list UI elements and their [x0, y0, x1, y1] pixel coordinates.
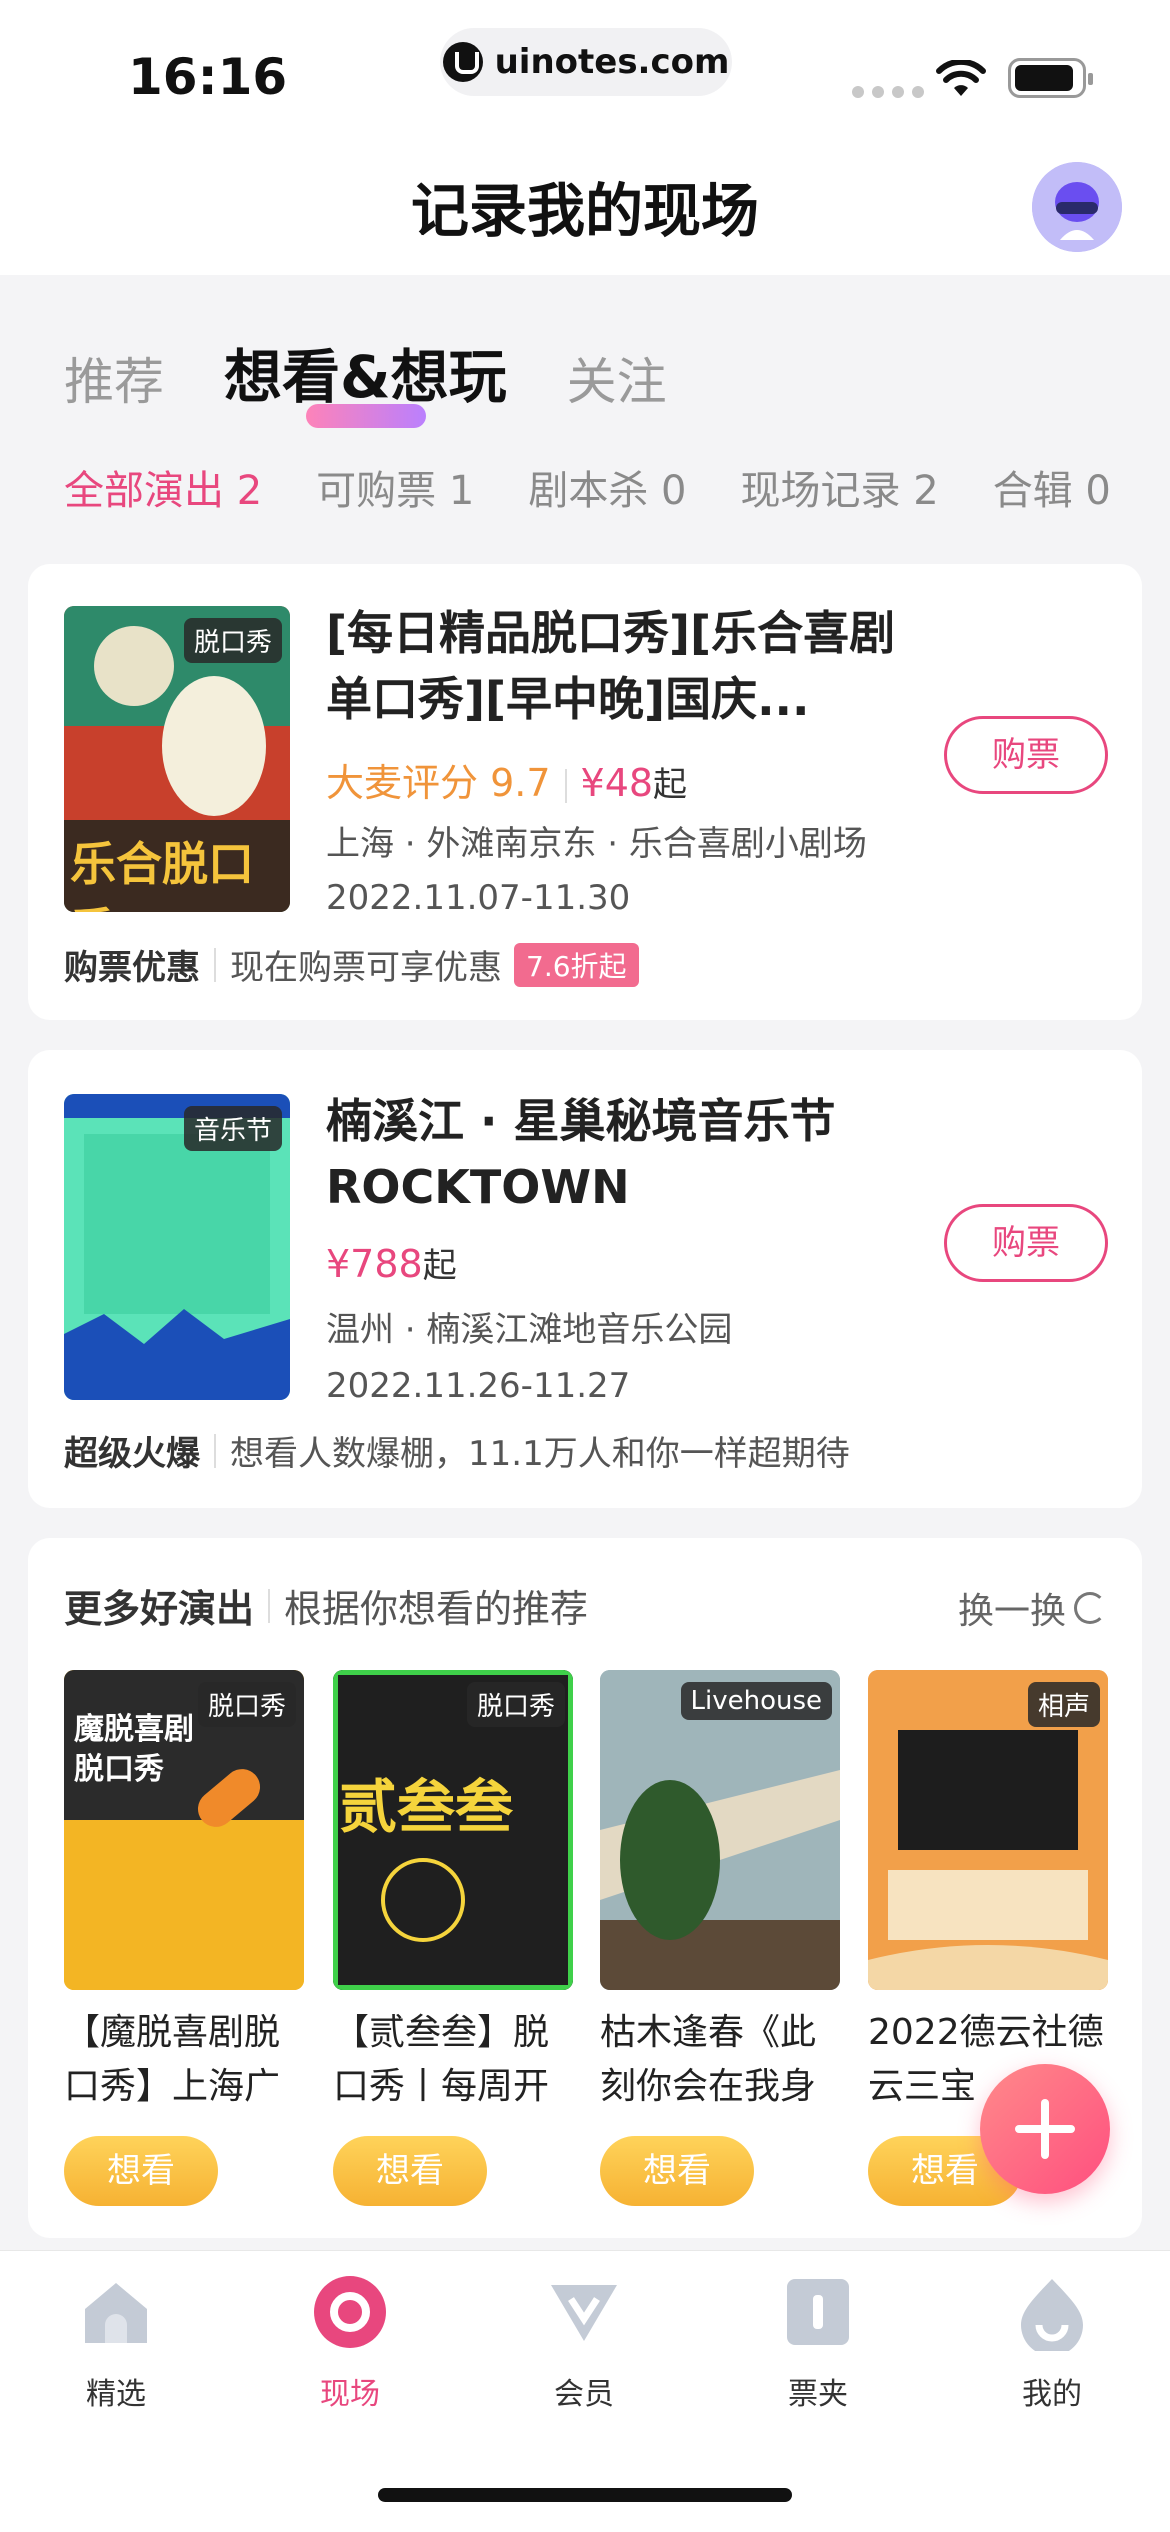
buy-button[interactable]: 购票 [944, 1204, 1108, 1282]
poster-text: 魔脱喜剧脱口秀 [74, 1712, 194, 1787]
page-title: 记录我的现场 [410, 177, 759, 245]
sub-tabs: 全部演出 2 可购票 1 剧本杀 0 现场记录 2 合辑 0 [64, 458, 1165, 516]
subtab-collection[interactable]: 合辑 0 [993, 458, 1111, 516]
category-tag: 脱口秀 [197, 1682, 296, 1727]
recommend-header: 更多好演出 根据你想看的推荐 [64, 1578, 588, 1633]
profile-icon [1021, 2279, 1083, 2356]
signal-icon [852, 86, 924, 98]
add-record-button[interactable] [980, 2064, 1110, 2194]
status-bar: 16:16 uinotes.com [0, 0, 1170, 140]
price: ¥48 [580, 761, 654, 805]
show-poster[interactable]: 音乐节 [64, 1094, 290, 1400]
recommend-item[interactable]: 贰叁叁 脱口秀 【贰叁叁】脱口秀丨每周开 想看 [333, 1670, 573, 2206]
show-title: 楠溪江 · 星巢秘境音乐节 ROCKTOWN [326, 1094, 836, 1214]
price-suffix: 起 [653, 765, 688, 805]
category-tag: 脱口秀 [466, 1682, 565, 1727]
lock-icon [442, 42, 483, 82]
url-text: uinotes.com [494, 42, 730, 82]
recommend-subtitle: 根据你想看的推荐 [284, 1587, 589, 1631]
subtab-live-records[interactable]: 现场记录 2 [741, 458, 939, 516]
show-poster[interactable]: 乐合脱口秀 脱口秀 [64, 606, 290, 912]
tabbar-mine[interactable]: 我的 [992, 2273, 1112, 2413]
recommend-poster[interactable]: Livehouse [600, 1670, 840, 1990]
recommend-title-text: 【魔脱喜剧脱口秀】上海广 [64, 2012, 281, 2107]
card-footer: 超级火爆 想看人数爆棚，11.1万人和你一样超期待 [64, 1426, 850, 1475]
venue: 温州 · 楠溪江滩地音乐公园 [326, 1310, 733, 1350]
show-meta: 大麦评分 9.7 ¥48起 [326, 752, 687, 807]
tabbar-live[interactable]: 现场 [290, 2273, 410, 2413]
live-icon [314, 2276, 386, 2348]
refresh-icon [1074, 1592, 1106, 1624]
show-title: [每日精品脱口秀][乐合喜剧单口秀][早中晚]国庆... [326, 606, 896, 726]
category-tag: Livehouse [680, 1682, 832, 1720]
promo-text: 现在购票可享优惠 [230, 948, 502, 988]
recommend-title-text: 枯木逢春《此刻你会在我身 [600, 2012, 817, 2107]
price-suffix: 起 [422, 1246, 457, 1286]
discount-badge: 7.6折起 [514, 942, 639, 987]
hot-label: 超级火爆 [64, 1434, 200, 1474]
show-card[interactable]: 乐合脱口秀 脱口秀 [每日精品脱口秀][乐合喜剧单口秀][早中晚]国庆... 大… [28, 564, 1142, 1020]
category-tag: 音乐节 [183, 1106, 282, 1151]
rating: 大麦评分 9.7 [326, 761, 551, 805]
tabbar-label: 现场 [320, 2377, 380, 2412]
tabbar-member[interactable]: 会员 [524, 2273, 644, 2413]
url-pill[interactable]: uinotes.com [440, 28, 732, 96]
recommend-item[interactable]: 魔脱喜剧脱口秀 脱口秀 【魔脱喜剧脱口秀】上海广 想看 [64, 1670, 304, 2206]
avatar[interactable] [1032, 162, 1122, 252]
card-footer: 购票优惠 现在购票可享优惠 7.6折起 [64, 940, 639, 989]
ticket-icon [787, 2279, 849, 2345]
buy-button[interactable]: 购票 [944, 716, 1108, 794]
show-meta: ¥788起 [326, 1238, 457, 1287]
tab-want[interactable]: 想看&想玩 [224, 330, 507, 428]
tabbar-label: 精选 [86, 2377, 146, 2412]
price: ¥788 [326, 1242, 423, 1286]
recommend-title: 更多好演出 [64, 1587, 255, 1631]
venue: 上海 · 外滩南京东 · 乐合喜剧小剧场 [326, 824, 867, 864]
main-tabs: 推荐 想看&想玩 关注 [64, 330, 727, 428]
subtab-script-murder[interactable]: 剧本杀 0 [528, 458, 686, 516]
subtab-all[interactable]: 全部演出 2 [64, 458, 262, 516]
poster-text: 贰叁叁 [339, 1773, 514, 1841]
avatar-illustration-icon [1032, 162, 1122, 252]
tabbar-label: 会员 [554, 2377, 614, 2412]
want-button[interactable]: 想看 [64, 2136, 218, 2206]
recommend-item[interactable]: Livehouse 枯木逢春《此刻你会在我身 想看 [600, 1670, 840, 2206]
home-indicator [378, 2488, 792, 2502]
refresh-label: 换一换 [957, 1591, 1066, 1632]
tabbar-tickets[interactable]: 票夹 [758, 2273, 878, 2413]
category-tag: 相声 [1027, 1682, 1100, 1727]
tabbar-featured[interactable]: 精选 [56, 2273, 176, 2413]
refresh-button[interactable]: 换一换 [958, 1582, 1106, 1634]
category-tag: 脱口秀 [183, 618, 282, 663]
subtab-buyable[interactable]: 可购票 1 [316, 458, 474, 516]
recommend-poster[interactable]: 贰叁叁 脱口秀 [333, 1670, 573, 1990]
poster-text: 乐合脱口秀 [70, 837, 254, 912]
show-card[interactable]: 音乐节 楠溪江 · 星巢秘境音乐节 ROCKTOWN ¥788起 温州 · 楠溪… [28, 1050, 1142, 1508]
wifi-icon [936, 60, 986, 96]
hot-text: 想看人数爆棚，11.1万人和你一样超期待 [230, 1434, 850, 1474]
member-icon [551, 2285, 617, 2341]
recommend-card: 更多好演出 根据你想看的推荐 换一换 魔脱喜剧脱口秀 脱口秀 【魔脱喜剧脱口秀】… [28, 1538, 1142, 2238]
battery-icon [1008, 58, 1093, 98]
tabbar-label: 我的 [1022, 2377, 1082, 2412]
status-time: 16:16 [128, 48, 288, 106]
tab-recommend[interactable]: 推荐 [64, 342, 164, 414]
recommend-title-text: 【贰叁叁】脱口秀丨每周开 [333, 2012, 550, 2107]
tab-follow[interactable]: 关注 [567, 342, 667, 414]
date: 2022.11.26-11.27 [326, 1366, 631, 1406]
recommend-poster[interactable]: 魔脱喜剧脱口秀 脱口秀 [64, 1670, 304, 1990]
header: 记录我的现场 [0, 140, 1170, 275]
promo-label: 购票优惠 [64, 948, 200, 988]
want-button[interactable]: 想看 [600, 2136, 754, 2206]
tabbar-label: 票夹 [788, 2377, 848, 2412]
date: 2022.11.07-11.30 [326, 878, 631, 918]
recommend-poster[interactable]: 相声 [868, 1670, 1108, 1990]
home-icon [85, 2283, 147, 2343]
want-button[interactable]: 想看 [333, 2136, 487, 2206]
